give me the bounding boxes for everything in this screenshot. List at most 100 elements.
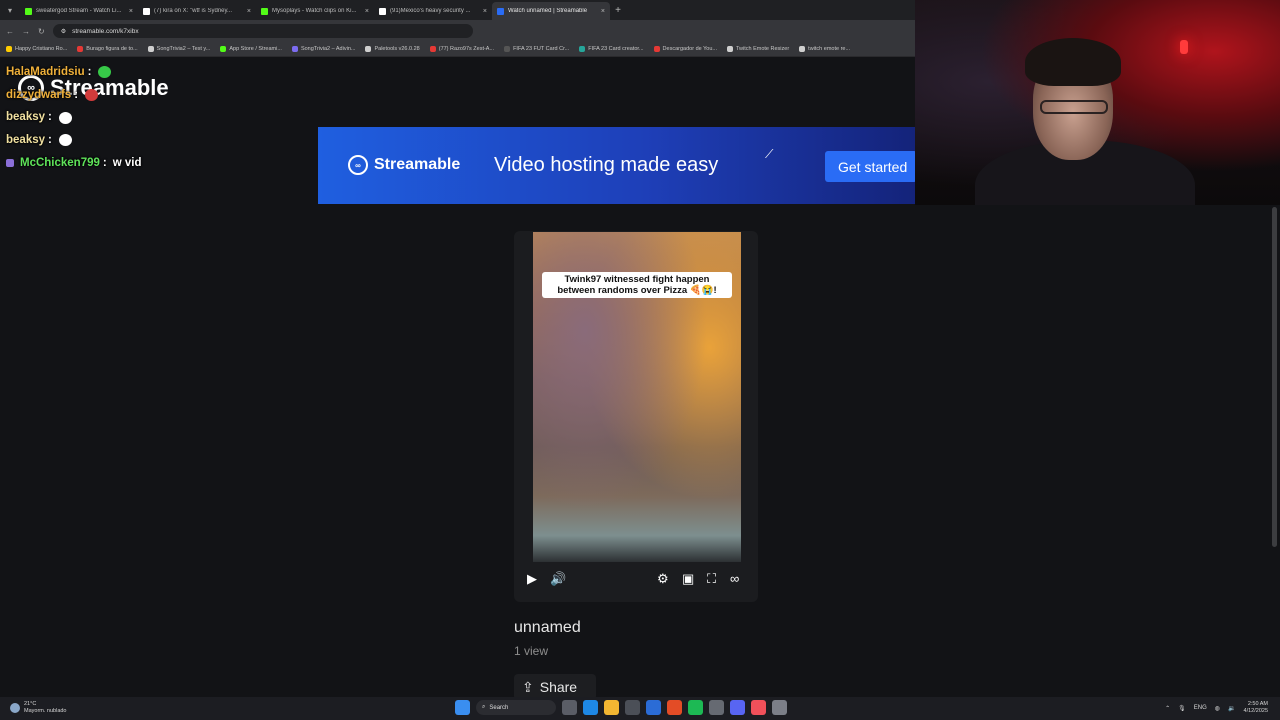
chat-colon: : bbox=[74, 88, 79, 101]
app-icon[interactable] bbox=[772, 700, 787, 715]
speaker-icon[interactable]: 🔉 bbox=[1228, 705, 1235, 712]
tab-title: Mysoplays - Watch clips on Ki... bbox=[272, 8, 357, 14]
language-indicator[interactable]: ENG bbox=[1194, 705, 1207, 711]
tab-title: (7) kira on X: "wtf is Sydney... bbox=[154, 8, 233, 14]
browser-tab[interactable]: sweatergod Stream - Watch Li... × bbox=[20, 2, 138, 20]
picture-in-picture-icon[interactable]: ▣ bbox=[682, 571, 694, 587]
video-title: unnamed bbox=[514, 619, 581, 636]
clock-time: 2:50 AM bbox=[1247, 701, 1268, 707]
bookmark-item[interactable]: SongTrivia2 – Adivin... bbox=[291, 46, 355, 52]
streamable-link-icon[interactable]: ∞ bbox=[730, 571, 739, 586]
search-icon: ⌕ bbox=[482, 704, 486, 710]
video-caption: Twink97 witnessed fight happen between r… bbox=[542, 272, 732, 298]
play-icon[interactable]: ▶ bbox=[527, 571, 537, 587]
task-view-icon[interactable] bbox=[562, 700, 577, 715]
bookmark-label: FIFA 23 FUT Card Cr... bbox=[513, 46, 570, 52]
bookmark-favicon-icon bbox=[579, 46, 586, 52]
wifi-icon[interactable]: ◍ bbox=[1215, 705, 1220, 712]
reload-icon[interactable]: ↻ bbox=[38, 27, 45, 36]
bookmark-item[interactable]: twitch emote re... bbox=[799, 46, 850, 52]
chat-colon: : bbox=[102, 156, 107, 169]
new-tab-button[interactable]: + bbox=[610, 5, 626, 16]
banner-logo-icon: ∞ bbox=[348, 155, 368, 175]
mail-icon[interactable] bbox=[646, 700, 661, 715]
tab-close-icon[interactable]: × bbox=[247, 8, 251, 15]
chat-username[interactable]: McChicken799 bbox=[20, 152, 100, 175]
red-lamp bbox=[1180, 40, 1188, 54]
tab-title: (91)Mexico's heavy security ... bbox=[390, 8, 471, 14]
tab-close-icon[interactable]: × bbox=[483, 8, 487, 15]
bookmark-favicon-icon bbox=[726, 46, 733, 52]
discord-icon[interactable] bbox=[730, 700, 745, 715]
browser-tab[interactable]: Mysoplays - Watch clips on Ki... × bbox=[256, 2, 374, 20]
bookmark-label: App Store / Streami... bbox=[229, 46, 282, 52]
chat-username[interactable]: HalaMadridsiu bbox=[6, 61, 85, 84]
bookmark-item[interactable]: Happy Cristiano Ro... bbox=[6, 46, 67, 52]
scrollbar[interactable] bbox=[1272, 207, 1277, 547]
weather-desc: Mayorm. nublado bbox=[24, 708, 67, 714]
chat-username[interactable]: dizzydwarfs bbox=[6, 84, 71, 107]
browser-tab[interactable]: Watch unnamed | Streamable × bbox=[492, 2, 610, 20]
view-count: 1 view bbox=[514, 644, 549, 658]
get-started-button[interactable]: Get started bbox=[825, 151, 917, 182]
microphone-icon[interactable]: 🎙 bbox=[1178, 705, 1186, 712]
bookmark-favicon-icon bbox=[653, 46, 660, 52]
tab-search-icon[interactable]: ▾ bbox=[0, 0, 20, 20]
bookmark-item[interactable]: Paletools v26.0.28 bbox=[365, 46, 420, 52]
address-bar: ← → ↻ ⚙ streamable.com/k7xibx bbox=[0, 20, 915, 42]
chat-text: w vid bbox=[112, 156, 142, 169]
bookmark-item[interactable]: Twitch Emote Resizer bbox=[726, 46, 789, 52]
url-field[interactable]: ⚙ streamable.com/k7xibx bbox=[52, 24, 473, 38]
bookmark-item[interactable]: Burago figura de to... bbox=[77, 46, 138, 52]
video-player[interactable]: Twink97 witnessed fight happen between r… bbox=[514, 231, 758, 602]
bookmark-item[interactable]: FIFA 23 Card creator... bbox=[579, 46, 644, 52]
back-icon[interactable]: ← bbox=[6, 27, 14, 36]
tab-close-icon[interactable]: × bbox=[601, 8, 605, 15]
browser-tab[interactable]: (7) kira on X: "wtf is Sydney... × bbox=[138, 2, 256, 20]
clock[interactable]: 2:50 AM 4/12/2025 bbox=[1244, 701, 1268, 715]
volume-icon[interactable]: 🔊 bbox=[550, 571, 566, 587]
video-frame[interactable]: Twink97 witnessed fight happen between r… bbox=[533, 232, 741, 562]
tab-favicon-icon bbox=[379, 7, 386, 15]
taskbar-search[interactable]: ⌕ Search bbox=[476, 700, 556, 715]
fullscreen-icon[interactable]: ⛶ bbox=[707, 571, 716, 587]
clock-date: 4/12/2025 bbox=[1243, 708, 1268, 714]
bookmark-favicon-icon bbox=[799, 46, 806, 52]
chat-message: McChicken799 : w vid bbox=[6, 152, 142, 175]
file-explorer-icon[interactable] bbox=[604, 700, 619, 715]
weather-widget[interactable]: 21°C Mayorm. nublado bbox=[10, 701, 67, 715]
tab-close-icon[interactable]: × bbox=[129, 8, 133, 15]
search-label: Search bbox=[489, 704, 509, 711]
tab-title: Watch unnamed | Streamable bbox=[508, 8, 588, 14]
taskbar-apps: ⌕ Search bbox=[455, 700, 787, 715]
music-icon[interactable] bbox=[751, 700, 766, 715]
settings-gear-icon[interactable]: ⚙ bbox=[657, 571, 669, 587]
chat-username[interactable]: beaksy bbox=[6, 106, 45, 129]
tray-chevron-icon[interactable]: ⌃ bbox=[1165, 705, 1170, 712]
bookmark-item[interactable]: (77) Razo97s Zest-A... bbox=[429, 46, 494, 52]
promo-banner[interactable]: ∞ Streamable Video hosting made easy ⟋ G… bbox=[318, 127, 917, 204]
bookmark-favicon-icon bbox=[365, 46, 372, 52]
edge-icon[interactable] bbox=[583, 700, 598, 715]
bookmark-label: Paletools v26.0.28 bbox=[374, 46, 420, 52]
bookmark-favicon-icon bbox=[147, 46, 154, 52]
forward-icon[interactable]: → bbox=[22, 27, 30, 36]
tab-close-icon[interactable]: × bbox=[365, 8, 369, 15]
chat-username[interactable]: beaksy bbox=[6, 129, 45, 152]
chat-message: HalaMadridsiu : bbox=[6, 61, 142, 84]
browser-tab[interactable]: (91)Mexico's heavy security ... × bbox=[374, 2, 492, 20]
obs-icon[interactable] bbox=[709, 700, 724, 715]
site-info-icon[interactable]: ⚙ bbox=[61, 28, 66, 35]
windows-start-icon[interactable] bbox=[455, 700, 470, 715]
bookmark-item[interactable]: App Store / Streami... bbox=[220, 46, 282, 52]
chat-emote-icon bbox=[58, 111, 72, 124]
bookmark-label: Happy Cristiano Ro... bbox=[15, 46, 68, 52]
spotify-icon[interactable] bbox=[688, 700, 703, 715]
store-icon[interactable] bbox=[625, 700, 640, 715]
chat-emote-icon bbox=[98, 66, 112, 79]
bookmark-item[interactable]: SongTrivia2 – Test y... bbox=[147, 46, 210, 52]
bookmark-item[interactable]: Descargador de You... bbox=[653, 46, 717, 52]
chat-badge-icon bbox=[6, 159, 14, 168]
bookmark-item[interactable]: FIFA 23 FUT Card Cr... bbox=[504, 46, 569, 52]
chrome-icon[interactable] bbox=[667, 700, 682, 715]
